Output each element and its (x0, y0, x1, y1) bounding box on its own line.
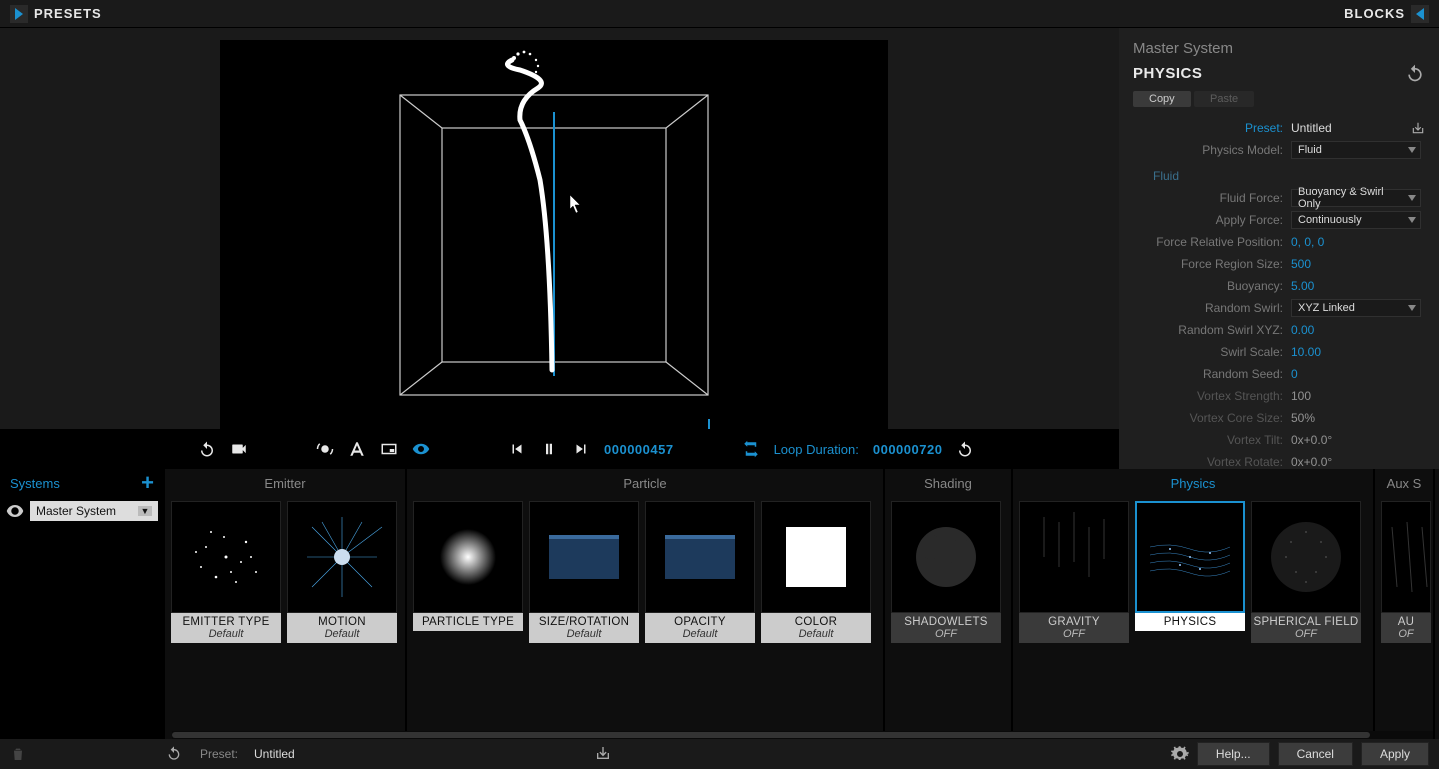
viewport-area (0, 28, 1119, 469)
motion-blur-icon[interactable] (316, 440, 334, 458)
random-swirl-dropdown[interactable]: XYZ Linked (1291, 299, 1421, 317)
category-shading: Shading (885, 469, 1011, 497)
chevron-down-icon: ▼ (138, 506, 152, 516)
preset-label: Preset: (1133, 121, 1291, 135)
apply-force-dropdown[interactable]: Continuously (1291, 211, 1421, 229)
block-aux[interactable]: AUOF (1381, 501, 1431, 643)
text-icon[interactable] (348, 440, 366, 458)
chevron-left-icon[interactable] (1411, 5, 1429, 23)
fluid-force-dropdown[interactable]: Buoyancy & Swirl Only (1291, 189, 1421, 207)
block-strip: Systems + Master System ▼ Emitter EMITTE… (0, 469, 1439, 739)
timecode[interactable]: 000000457 (604, 442, 674, 457)
vortex-strength-value: 100 (1291, 389, 1311, 403)
systems-label: Systems (10, 476, 60, 491)
visibility-icon[interactable] (412, 440, 430, 458)
paste-button: Paste (1194, 91, 1254, 107)
category-aux: Aux S (1375, 469, 1433, 497)
copy-button[interactable]: Copy (1133, 91, 1191, 107)
vortex-tilt-value: 0x+0.0° (1291, 433, 1332, 447)
swirl-scale-value[interactable]: 10.00 (1291, 345, 1321, 359)
visibility-toggle-icon[interactable] (6, 504, 24, 518)
systems-panel: Systems + Master System ▼ (0, 469, 165, 739)
frame-icon[interactable] (380, 440, 398, 458)
footer-bar: Preset: Untitled Help... Cancel Apply (0, 739, 1439, 769)
top-bar: PRESETS BLOCKS (0, 0, 1439, 28)
footer-save-icon[interactable] (595, 745, 611, 764)
fluid-group-header: Fluid (1153, 169, 1425, 183)
scrollbar-thumb[interactable] (172, 732, 1370, 738)
block-gravity[interactable]: GRAVITYOFF (1019, 501, 1129, 643)
fluid-force-label: Fluid Force: (1133, 191, 1291, 205)
pause-icon[interactable] (540, 440, 558, 458)
reset-loop-icon[interactable] (956, 440, 974, 458)
block-opacity[interactable]: OPACITYDefault (645, 501, 755, 643)
save-preset-icon[interactable] (1411, 121, 1425, 135)
reset-section-icon[interactable] (1405, 63, 1425, 83)
block-spherical-field[interactable]: SPHERICAL FIELDOFF (1251, 501, 1361, 643)
reset-icon[interactable] (198, 440, 216, 458)
add-system-button[interactable]: + (141, 470, 154, 496)
force-rel-pos-label: Force Relative Position: (1133, 235, 1291, 249)
gear-icon[interactable] (1171, 745, 1189, 763)
vortex-strength-label: Vortex Strength: (1133, 389, 1291, 403)
random-swirl-xyz-label: Random Swirl XYZ: (1133, 323, 1291, 337)
block-motion[interactable]: MOTIONDefault (287, 501, 397, 643)
apply-button[interactable]: Apply (1361, 742, 1429, 766)
preset-value[interactable]: Untitled (1291, 121, 1332, 135)
properties-panel: Master System PHYSICS Copy Paste Preset:… (1119, 28, 1439, 469)
random-seed-label: Random Seed: (1133, 367, 1291, 381)
vortex-rotate-value: 0x+0.0° (1291, 455, 1332, 469)
presets-toggle[interactable]: PRESETS (0, 5, 102, 23)
physics-model-label: Physics Model: (1133, 143, 1291, 157)
loop-duration-value[interactable]: 000000720 (873, 442, 943, 457)
loop-duration-label: Loop Duration: (774, 442, 859, 457)
transport-bar: 000000457 Loop Duration: 000000720 (0, 429, 1119, 469)
category-particle: Particle (407, 469, 883, 497)
help-button[interactable]: Help... (1197, 742, 1270, 766)
force-rel-pos-value[interactable]: 0, 0, 0 (1291, 235, 1324, 249)
block-physics[interactable]: PHYSICS (1135, 501, 1245, 643)
camera-icon[interactable] (230, 440, 248, 458)
skip-end-icon[interactable] (572, 440, 590, 458)
system-selected-label: Master System (36, 504, 116, 518)
footer-reset-icon[interactable] (166, 745, 182, 764)
3d-viewport[interactable] (220, 40, 888, 438)
footer-preset-value[interactable]: Untitled (254, 747, 295, 761)
blocks-toggle[interactable]: BLOCKS (1344, 5, 1439, 23)
category-physics: Physics (1013, 469, 1373, 497)
chevron-right-icon[interactable] (10, 5, 28, 23)
random-swirl-xyz-value[interactable]: 0.00 (1291, 323, 1314, 337)
breadcrumb: Master System (1133, 40, 1425, 57)
vortex-core-value: 50% (1291, 411, 1315, 425)
horizontal-scrollbar[interactable] (172, 731, 1433, 739)
apply-force-label: Apply Force: (1133, 213, 1291, 227)
force-region-label: Force Region Size: (1133, 257, 1291, 271)
buoyancy-value[interactable]: 5.00 (1291, 279, 1314, 293)
swirl-scale-label: Swirl Scale: (1133, 345, 1291, 359)
random-swirl-label: Random Swirl: (1133, 301, 1291, 315)
footer-preset-label: Preset: (200, 747, 238, 761)
block-emitter-type[interactable]: EMITTER TYPEDefault (171, 501, 281, 643)
buoyancy-label: Buoyancy: (1133, 279, 1291, 293)
vortex-core-label: Vortex Core Size: (1133, 411, 1291, 425)
physics-model-dropdown[interactable]: Fluid (1291, 141, 1421, 159)
random-seed-value[interactable]: 0 (1291, 367, 1298, 381)
presets-label: PRESETS (34, 6, 102, 21)
vortex-tilt-label: Vortex Tilt: (1133, 433, 1291, 447)
force-region-value[interactable]: 500 (1291, 257, 1311, 271)
block-size-rotation[interactable]: SIZE/ROTATIONDefault (529, 501, 639, 643)
system-selector[interactable]: Master System ▼ (30, 501, 158, 521)
block-shadowlets[interactable]: SHADOWLETSOFF (891, 501, 1001, 643)
loop-icon[interactable] (742, 440, 760, 458)
category-emitter: Emitter (165, 469, 405, 497)
blocks-label: BLOCKS (1344, 6, 1405, 21)
block-color[interactable]: COLORDefault (761, 501, 871, 643)
skip-start-icon[interactable] (508, 440, 526, 458)
vortex-rotate-label: Vortex Rotate: (1133, 455, 1291, 469)
trash-icon[interactable] (10, 746, 26, 762)
cancel-button[interactable]: Cancel (1278, 742, 1353, 766)
block-particle-type[interactable]: PARTICLE TYPE (413, 501, 523, 643)
section-title: PHYSICS (1133, 65, 1202, 82)
